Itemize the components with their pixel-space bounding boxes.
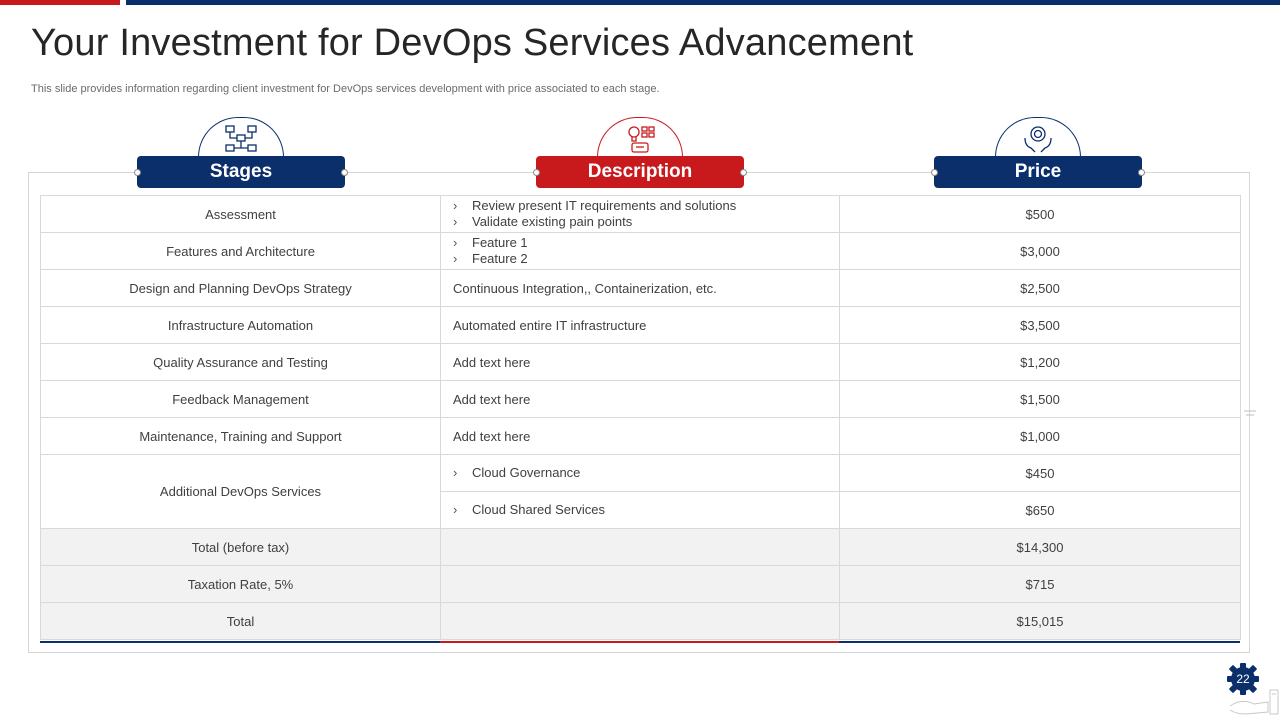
chevron-right-icon: ›	[453, 235, 458, 250]
stage-cell: Design and Planning DevOps Strategy	[40, 269, 441, 307]
description-cell: › Cloud Governance	[440, 454, 840, 492]
table-row: Infrastructure Automation Automated enti…	[40, 306, 1241, 344]
description-cell: › Review present IT requirements and solu…	[440, 195, 840, 233]
description-cell: Add text here	[440, 417, 840, 455]
bullet-item: › Validate existing pain points	[453, 214, 633, 229]
column-underline-description	[440, 641, 839, 643]
connector-dot	[134, 169, 141, 176]
slide-subtitle: This slide provides information regardin…	[31, 83, 660, 95]
total-row: Taxation Rate, 5% $715	[40, 565, 1241, 603]
idea-checklist-icon	[628, 126, 655, 153]
chevron-right-icon: ›	[453, 251, 458, 266]
header-dome	[198, 117, 284, 157]
total-label: Total	[40, 602, 441, 640]
header-dome	[995, 117, 1081, 157]
description-cell: › Feature 1 › Feature 2	[440, 232, 840, 270]
description-cell: Automated entire IT infrastructure	[440, 306, 840, 344]
bullet-item: › Cloud Shared Services	[453, 502, 605, 517]
description-cell: › Cloud Shared Services	[440, 491, 840, 529]
column-underline-stages	[40, 641, 440, 643]
header-price-label: Price	[934, 156, 1142, 188]
header-description: Description	[533, 117, 747, 189]
price-cell: $500	[839, 195, 1241, 233]
total-value: $15,015	[839, 602, 1241, 640]
table-row: Features and Architecture › Feature 1 › Fe…	[40, 232, 1241, 270]
total-label: Total (before tax)	[40, 528, 441, 566]
empty-cell	[440, 528, 840, 566]
bullet-item: › Feature 1	[453, 235, 528, 250]
stage-cell: Features and Architecture	[40, 232, 441, 270]
connector-dot	[533, 169, 540, 176]
connector-dot	[341, 169, 348, 176]
price-cell: $650	[839, 491, 1241, 529]
total-label: Taxation Rate, 5%	[40, 565, 441, 603]
chevron-right-icon: ›	[453, 198, 458, 213]
chevron-right-icon: ›	[453, 214, 458, 229]
stage-cell: Assessment	[40, 195, 441, 233]
hand-icon	[1229, 689, 1279, 715]
stage-cell: Additional DevOps Services	[40, 454, 441, 529]
column-underline-price	[839, 641, 1240, 643]
connector-dot	[740, 169, 747, 176]
table-row: Additional DevOps Services › Cloud Govern…	[40, 454, 1241, 529]
investment-table: Assessment › Review present IT requiremen…	[40, 195, 1241, 640]
price-cell: $1,500	[839, 380, 1241, 418]
empty-cell	[440, 602, 840, 640]
header-price: Price	[931, 117, 1145, 189]
header-dome	[597, 117, 683, 157]
header-stages-label: Stages	[137, 156, 345, 188]
price-cell: $2,500	[839, 269, 1241, 307]
network-icon	[225, 125, 257, 152]
total-value: $715	[839, 565, 1241, 603]
stage-cell: Quality Assurance and Testing	[40, 343, 441, 381]
header-stages: Stages	[134, 117, 348, 189]
connector-dot	[931, 169, 938, 176]
bullet-item: › Feature 2	[453, 251, 528, 266]
price-cell: $1,000	[839, 417, 1241, 455]
stage-cell: Maintenance, Training and Support	[40, 417, 441, 455]
hand-coin-icon	[1024, 126, 1052, 153]
table-row: Feedback Management Add text here $1,500	[40, 380, 1241, 418]
top-accent-navy	[126, 0, 1280, 5]
connector-dot	[1138, 169, 1145, 176]
bullet-item: › Review present IT requirements and solu…	[453, 198, 737, 213]
table-row: Maintenance, Training and Support Add te…	[40, 417, 1241, 455]
price-cell: $1,200	[839, 343, 1241, 381]
bullet-item: › Cloud Governance	[453, 465, 581, 480]
total-value: $14,300	[839, 528, 1241, 566]
top-accent-red	[0, 0, 120, 5]
total-row: Total (before tax) $14,300	[40, 528, 1241, 566]
description-cell: Continuous Integration,, Containerizatio…	[440, 269, 840, 307]
price-cell: $3,000	[839, 232, 1241, 270]
table-row: Quality Assurance and Testing Add text h…	[40, 343, 1241, 381]
header-description-label: Description	[536, 156, 744, 188]
description-cell: Add text here	[440, 380, 840, 418]
stage-cell: Feedback Management	[40, 380, 441, 418]
side-marker-icon	[1244, 410, 1256, 416]
description-cell: Add text here	[440, 343, 840, 381]
total-row: Total $15,015	[40, 602, 1241, 640]
slide-title: Your Investment for DevOps Services Adva…	[31, 22, 914, 64]
price-cell: $3,500	[839, 306, 1241, 344]
chevron-right-icon: ›	[453, 502, 458, 517]
table-row: Assessment › Review present IT requiremen…	[40, 195, 1241, 233]
price-cell: $450	[839, 454, 1241, 492]
chevron-right-icon: ›	[453, 465, 458, 480]
stage-cell: Infrastructure Automation	[40, 306, 441, 344]
table-row: Design and Planning DevOps Strategy Cont…	[40, 269, 1241, 307]
empty-cell	[440, 565, 840, 603]
